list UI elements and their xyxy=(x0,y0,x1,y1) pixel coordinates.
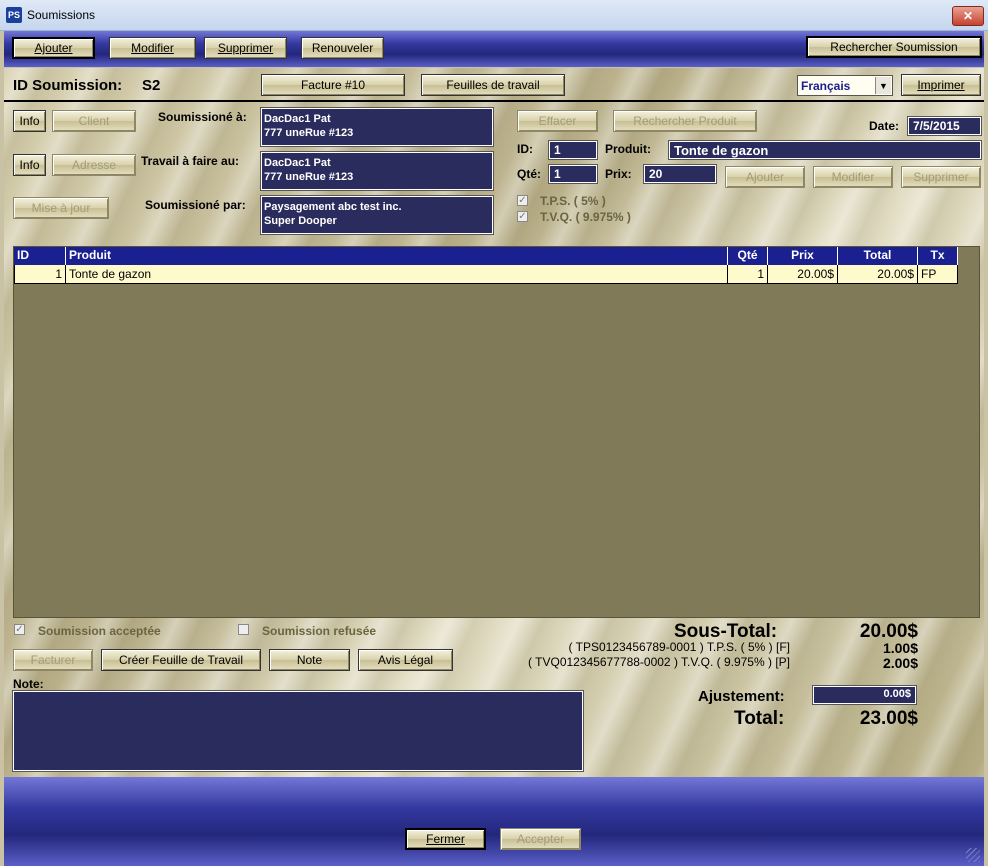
ajouter-produit-button[interactable]: Ajouter xyxy=(725,166,805,188)
facture-button[interactable]: Facture #10 xyxy=(261,74,405,96)
product-id-label: ID: xyxy=(517,142,533,156)
products-grid: ID Produit Qté Prix Total Tx 1 Tonte de … xyxy=(13,246,980,618)
header-divider xyxy=(4,100,984,102)
toolbar: Ajouter Modifier Supprimer Renouveler Re… xyxy=(4,31,984,67)
facturer-button[interactable]: Facturer xyxy=(13,649,93,671)
total-value: 23.00$ xyxy=(859,708,918,729)
prix-label: Prix: xyxy=(605,167,632,181)
info-adresse-button[interactable]: Info xyxy=(13,154,46,176)
tps-value: 1.00$ xyxy=(882,640,918,656)
language-select[interactable]: Français ▼ xyxy=(797,75,893,96)
imprimer-button[interactable]: Imprimer xyxy=(901,74,981,96)
travail-box: DacDac1 Pat 777 uneRue #123 xyxy=(260,151,494,191)
fermer-button[interactable]: Fermer xyxy=(405,828,486,850)
chevron-down-icon[interactable]: ▼ xyxy=(875,77,891,94)
supprimer-button[interactable]: Supprimer xyxy=(204,37,287,59)
refusee-checkbox[interactable] xyxy=(238,624,249,635)
note-label: Note: xyxy=(13,677,44,691)
rechercher-produit-button[interactable]: Rechercher Produit xyxy=(613,110,757,132)
tps-checkbox[interactable]: ✓ xyxy=(517,195,528,206)
creer-feuille-button[interactable]: Créer Feuille de Travail xyxy=(101,649,261,671)
qte-field[interactable]: 1 xyxy=(548,164,598,184)
modifier-produit-button[interactable]: Modifier xyxy=(813,166,893,188)
ajustement-label: Ajustement: xyxy=(698,688,785,705)
acceptee-label: Soumission acceptée xyxy=(38,624,161,638)
refusee-label: Soumission refusée xyxy=(262,624,377,638)
col-header-qte[interactable]: Qté xyxy=(728,247,768,265)
id-soumission-value: S2 xyxy=(142,77,161,94)
cell-id[interactable]: 1 xyxy=(14,265,66,284)
col-header-total[interactable]: Total xyxy=(838,247,918,265)
acceptee-checkbox[interactable]: ✓ xyxy=(14,624,25,635)
close-icon[interactable]: ✕ xyxy=(952,6,984,26)
note-textarea[interactable] xyxy=(12,690,584,772)
tvq-value: 2.00$ xyxy=(882,655,918,671)
tvq-line: ( TVQ012345677788-0002 ) T.V.Q. ( 9.975%… xyxy=(528,655,790,669)
total-label: Total: xyxy=(734,708,785,729)
resize-grip-icon[interactable] xyxy=(966,848,980,862)
accepter-button[interactable]: Accepter xyxy=(500,828,581,850)
tvq-label: T.V.Q. ( 9.975% ) xyxy=(540,210,631,224)
renouveler-button[interactable]: Renouveler xyxy=(301,37,384,59)
rechercher-soumission-button[interactable]: Rechercher Soumission xyxy=(806,36,982,58)
ajustement-field[interactable]: 0.00$ xyxy=(812,685,917,705)
tps-line: ( TPS0123456789-0001 ) T.P.S. ( 5% ) [F] xyxy=(568,640,790,654)
client-button[interactable]: Client xyxy=(52,110,136,132)
travail-label: Travail à faire au: xyxy=(141,154,240,168)
window-title: Soumissions xyxy=(27,8,96,22)
avis-legal-button[interactable]: Avis Légal xyxy=(358,649,453,671)
tps-label: T.P.S. ( 5% ) xyxy=(540,194,606,208)
soumissione-par-box: Paysagement abc test inc. Super Dooper xyxy=(260,195,494,235)
modifier-button[interactable]: Modifier xyxy=(109,37,196,59)
col-header-produit[interactable]: Produit xyxy=(66,247,728,265)
cell-prix[interactable]: 20.00$ xyxy=(768,265,838,284)
supprimer-produit-button[interactable]: Supprimer xyxy=(901,166,981,188)
id-soumission-label: ID Soumission: xyxy=(13,77,123,94)
cell-total[interactable]: 20.00$ xyxy=(838,265,918,284)
soumissione-a-label: Soumissioné à: xyxy=(158,110,247,124)
title-bar: PS Soumissions ✕ xyxy=(0,0,988,31)
prix-field[interactable]: 20 xyxy=(643,164,717,184)
effacer-button[interactable]: Effacer xyxy=(517,110,598,132)
col-header-tx[interactable]: Tx xyxy=(918,247,958,265)
tvq-checkbox[interactable]: ✓ xyxy=(517,211,528,222)
qte-label: Qté: xyxy=(517,167,541,181)
soumissione-a-box: DacDac1 Pat 777 uneRue #123 xyxy=(260,107,494,147)
produit-field[interactable]: Tonte de gazon xyxy=(668,140,982,160)
col-header-id[interactable]: ID xyxy=(14,247,66,265)
product-id-field[interactable]: 1 xyxy=(548,140,598,160)
note-button[interactable]: Note xyxy=(269,649,350,671)
date-field[interactable]: 7/5/2015 xyxy=(907,116,982,136)
feuilles-de-travail-button[interactable]: Feuilles de travail xyxy=(421,74,565,96)
ajouter-button[interactable]: Ajouter xyxy=(12,37,95,59)
cell-produit[interactable]: Tonte de gazon xyxy=(66,265,728,284)
mise-a-jour-button[interactable]: Mise à jour xyxy=(13,197,109,219)
date-label: Date: xyxy=(869,119,900,133)
app-icon: PS xyxy=(6,7,22,23)
adresse-button[interactable]: Adresse xyxy=(52,154,136,176)
soumissione-par-label: Soumissioné par: xyxy=(145,198,246,212)
bottom-bar: Fermer Accepter xyxy=(4,777,984,866)
cell-qte[interactable]: 1 xyxy=(728,265,768,284)
produit-label: Produit: xyxy=(605,142,651,156)
info-client-button[interactable]: Info xyxy=(13,110,46,132)
cell-tx[interactable]: FP xyxy=(918,265,958,284)
language-value: Français xyxy=(801,79,851,93)
col-header-prix[interactable]: Prix xyxy=(768,247,838,265)
